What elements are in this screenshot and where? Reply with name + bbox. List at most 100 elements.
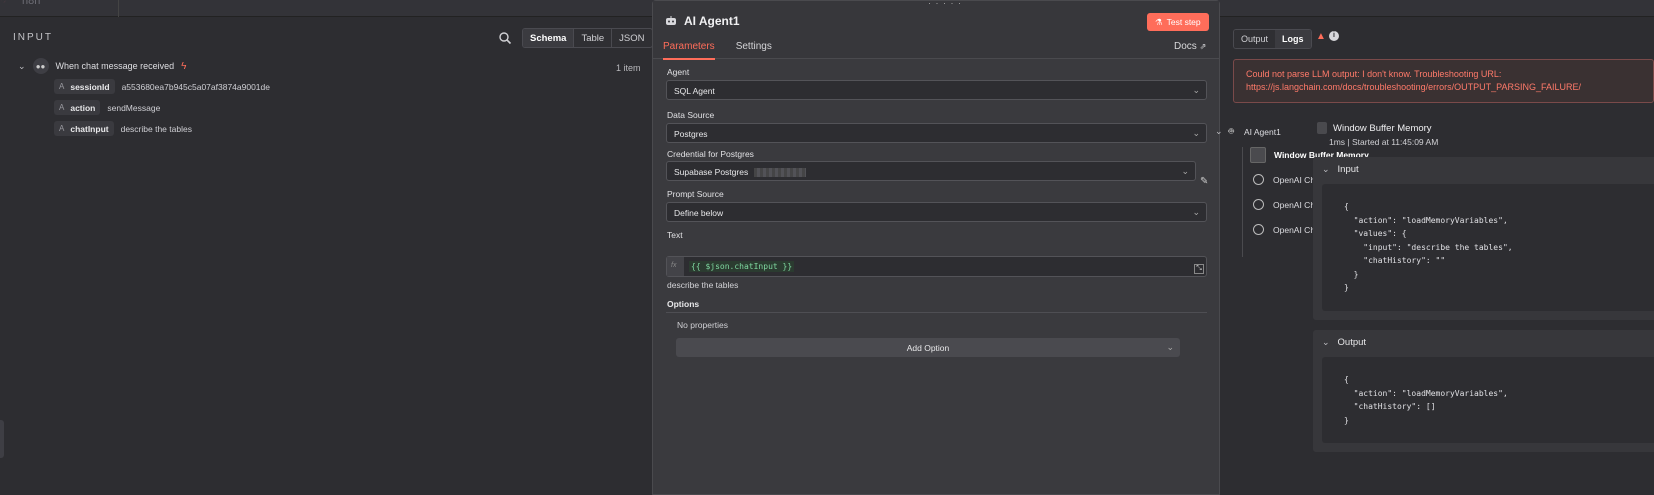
log-root-label: AI Agent1 bbox=[1243, 126, 1281, 137]
output-json: { "action": "loadMemoryVariables", "chat… bbox=[1344, 375, 1508, 425]
view-tab-schema[interactable]: Schema bbox=[523, 29, 575, 47]
robot-icon bbox=[666, 16, 676, 25]
input-panel-title: INPUT bbox=[13, 32, 53, 43]
options-label: Options bbox=[667, 299, 700, 309]
divider bbox=[118, 0, 119, 17]
prompt-source-select[interactable]: Define below ⌄ bbox=[666, 202, 1207, 222]
field-pill[interactable]: A action bbox=[54, 100, 101, 115]
data-source-select[interactable]: Postgres ⌄ bbox=[666, 123, 1207, 143]
chevron-down-icon: ⌄ bbox=[1192, 207, 1200, 217]
prompt-source-label: Prompt Source bbox=[667, 189, 724, 199]
schema-field-row[interactable]: A chatInput describe the tables bbox=[54, 121, 192, 136]
docs-label: Docs bbox=[1174, 41, 1197, 52]
schema-field-row[interactable]: A action sendMessage bbox=[54, 100, 160, 115]
data-source-label: Data Source bbox=[667, 110, 715, 120]
string-type-icon: A bbox=[59, 82, 65, 91]
prompt-source-value: Define below bbox=[674, 208, 724, 218]
field-name: sessionId bbox=[70, 81, 110, 92]
search-icon[interactable] bbox=[498, 31, 512, 45]
no-properties-text: No properties bbox=[677, 320, 729, 330]
schema-node-row[interactable]: ⌄ ●● When chat message received ϟ bbox=[18, 58, 186, 74]
field-name: action bbox=[70, 102, 96, 113]
redacted-text bbox=[753, 168, 806, 178]
fx-icon: fx bbox=[667, 257, 684, 276]
tab-settings[interactable]: Settings bbox=[736, 41, 772, 60]
credential-select[interactable]: Supabase Postgres ⌄ bbox=[666, 161, 1196, 181]
agent-select[interactable]: SQL Agent ⌄ bbox=[666, 80, 1207, 100]
output-section-header[interactable]: ⌄ Output bbox=[1322, 337, 1366, 348]
app-name: n8n bbox=[22, 0, 41, 7]
node-panel-header: AI Agent1 ⚗ Test step Parameters Setting… bbox=[653, 1, 1219, 60]
expand-icon[interactable]: ⤡ bbox=[1194, 264, 1204, 274]
chevron-down-icon[interactable]: ⌄ bbox=[18, 61, 26, 72]
chevron-down-icon[interactable]: ⌄ bbox=[1322, 164, 1330, 175]
output-logs-toggle: Output Logs bbox=[1233, 29, 1312, 49]
log-tree-root[interactable]: ⌄ 🤖︎ AI Agent1 bbox=[1215, 125, 1281, 138]
schema-field-row[interactable]: A sessionId a553680ea7b945c5a07af3874a90… bbox=[54, 79, 270, 94]
expression-code: {{ $json.chatInput }} bbox=[689, 261, 795, 272]
error-url-link[interactable]: https://js.langchain.com/docs/troublesho… bbox=[1246, 81, 1641, 94]
chevron-down-icon[interactable]: ⌄ bbox=[1215, 126, 1223, 137]
lightning-icon: ϟ bbox=[181, 60, 187, 72]
error-text: Could not parse LLM output: I don't know… bbox=[1246, 69, 1502, 79]
chevron-down-icon: ⌄ bbox=[1166, 342, 1174, 352]
node-title-text[interactable]: AI Agent1 bbox=[684, 14, 740, 28]
chevron-down-icon: ⌄ bbox=[1192, 128, 1200, 138]
tree-connector bbox=[1242, 147, 1243, 257]
chat-bubble-icon: ●● bbox=[32, 58, 49, 74]
divider bbox=[666, 312, 1207, 313]
external-link-icon: ⇗ bbox=[1199, 42, 1207, 51]
field-pill[interactable]: A sessionId bbox=[54, 79, 115, 94]
field-value: sendMessage bbox=[107, 102, 161, 113]
memory-icon bbox=[1250, 147, 1266, 163]
output-panel: Output Logs ▲ i Could not parse LLM outp… bbox=[1215, 17, 1654, 495]
string-type-icon: A bbox=[59, 103, 65, 112]
input-panel: INPUT Schema Table JSON ⌄ ●● When chat m… bbox=[0, 17, 653, 495]
expression-preview: describe the tables bbox=[667, 280, 739, 290]
tab-parameters[interactable]: Parameters bbox=[663, 41, 715, 60]
view-tab-json[interactable]: JSON bbox=[612, 29, 651, 47]
field-pill[interactable]: A chatInput bbox=[54, 121, 114, 136]
robot-icon: 🤖︎ bbox=[1228, 126, 1234, 136]
node-parameters-panel: AI Agent1 ⚗ Test step Parameters Setting… bbox=[652, 0, 1220, 495]
drag-handle-icon[interactable]: · · · · · bbox=[928, 0, 962, 8]
warning-icon: ▲ bbox=[1316, 31, 1326, 42]
input-json-view: { "action": "loadMemoryVariables", "valu… bbox=[1322, 184, 1654, 311]
tab-output[interactable]: Output bbox=[1234, 30, 1276, 48]
output-section-label: Output bbox=[1337, 337, 1367, 348]
add-option-label: Add Option bbox=[906, 343, 950, 353]
log-detail-title: Window Buffer Memory bbox=[1317, 122, 1432, 134]
input-section-header[interactable]: ⌄ Input bbox=[1322, 164, 1359, 175]
chevron-down-icon: ⌄ bbox=[1192, 85, 1200, 95]
string-type-icon: A bbox=[59, 124, 65, 133]
field-value: describe the tables bbox=[120, 123, 192, 134]
agent-label: Agent bbox=[667, 67, 690, 77]
view-mode-toggle: Schema Table JSON bbox=[522, 28, 653, 48]
n8n-logo-icon: ◓ bbox=[0, 0, 7, 6]
docs-link[interactable]: Docs ⇗ bbox=[1174, 41, 1206, 52]
credential-label: Credential for Postgres bbox=[667, 149, 754, 159]
chevron-down-icon[interactable]: ⌄ bbox=[1322, 337, 1330, 348]
item-count: 1 item bbox=[616, 63, 641, 73]
openai-icon bbox=[1253, 174, 1264, 185]
openai-icon bbox=[1253, 224, 1264, 235]
schema-node-name: When chat message received bbox=[55, 61, 175, 71]
info-icon[interactable]: i bbox=[1329, 31, 1339, 41]
log-detail-subtitle: 1ms | Started at 11:45:09 AM bbox=[1329, 137, 1439, 147]
agent-select-value: SQL Agent bbox=[674, 86, 715, 96]
output-section: ⌄ Output { "action": "loadMemoryVariable… bbox=[1313, 330, 1654, 452]
text-expression-input[interactable]: fx {{ $json.chatInput }} ⤡ bbox=[666, 256, 1207, 277]
error-message: Could not parse LLM output: I don't know… bbox=[1233, 59, 1654, 103]
node-title: AI Agent1 bbox=[665, 14, 740, 28]
pencil-icon[interactable]: ✎ bbox=[1200, 176, 1208, 187]
field-value: a553680ea7b945c5a07af3874a9001de bbox=[121, 81, 270, 92]
text-label: Text bbox=[667, 230, 683, 240]
view-tab-table[interactable]: Table bbox=[574, 29, 613, 47]
add-option-button[interactable]: Add Option ⌄ bbox=[676, 338, 1180, 357]
node-tabs: Parameters Settings bbox=[663, 41, 793, 60]
tab-logs[interactable]: Logs bbox=[1275, 30, 1311, 48]
input-section-label: Input bbox=[1337, 164, 1359, 175]
test-step-button[interactable]: ⚗ Test step bbox=[1147, 13, 1209, 31]
test-step-label: Test step bbox=[1166, 17, 1201, 27]
panel-resize-handle[interactable] bbox=[0, 420, 4, 458]
